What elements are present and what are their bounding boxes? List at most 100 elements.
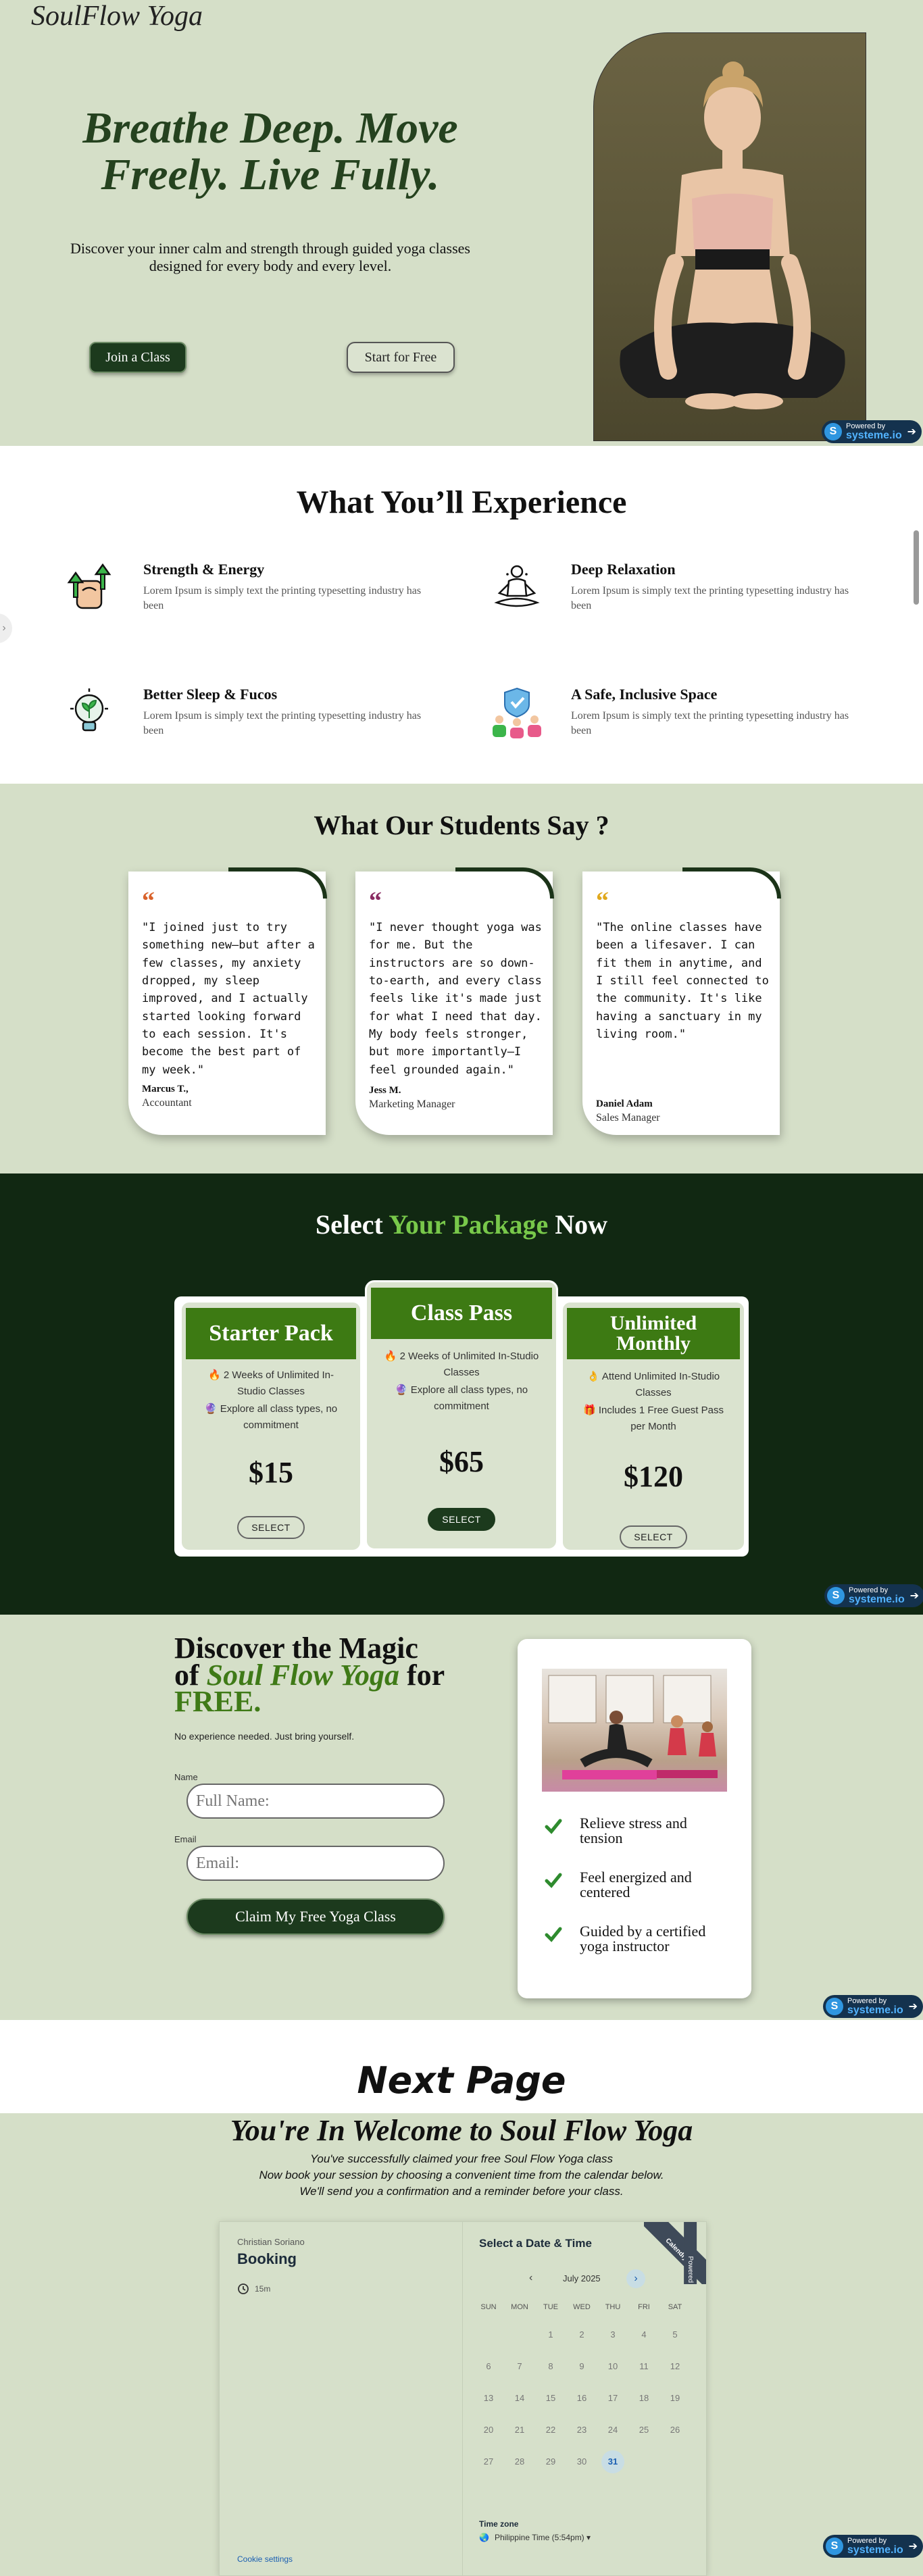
join-class-button[interactable]: Join a Class <box>89 342 186 373</box>
signup-title: Discover the Magic of Soul Flow Yoga for… <box>174 1632 445 1719</box>
plan-card-class-pass: Class Pass 🔥 2 Weeks of Unlimited In-Stu… <box>365 1280 558 1550</box>
calendar-day: 26 <box>670 2425 680 2435</box>
globe-icon: 🌏 <box>479 2533 489 2542</box>
calendly-widget: Christian Soriano Booking 15m Cookie set… <box>219 2221 707 2576</box>
select-starter-button[interactable]: SELECT <box>237 1516 305 1539</box>
calendar-day: 10 <box>607 2361 618 2371</box>
select-date-heading: Select a Date & Time <box>479 2237 592 2250</box>
feature-title: Deep Relaxation <box>571 561 676 578</box>
feature-title: A Safe, Inclusive Space <box>571 686 718 703</box>
calendar-day: 22 <box>545 2425 556 2435</box>
calendar-day: 25 <box>639 2425 649 2435</box>
calendar-day: 24 <box>607 2425 618 2435</box>
quote-icon: “ <box>142 887 155 915</box>
feature-item: A Safe, Inclusive Space Lorem Ipsum is s… <box>490 686 849 760</box>
calendar-day: 23 <box>576 2425 587 2435</box>
testimonials-title: What Our Students Say ? <box>314 810 609 840</box>
plan-name: Starter Pack <box>186 1308 356 1359</box>
calendar-day: 29 <box>545 2456 556 2467</box>
next-page-title: Next Page <box>357 2059 566 2102</box>
systeme-badge[interactable]: S Powered by systeme.io ➔ <box>823 1995 923 2018</box>
systeme-logo-icon: S <box>826 2537 843 2555</box>
calendar-day: 5 <box>672 2329 678 2340</box>
calendar-day: 15 <box>545 2393 556 2403</box>
calendar-day: 14 <box>514 2393 525 2403</box>
start-free-button[interactable]: Start for Free <box>347 342 455 373</box>
timezone-select[interactable]: 🌏 Philippine Time (5:54pm) ▾ <box>479 2533 591 2542</box>
next-month-icon[interactable]: › <box>626 2269 645 2288</box>
hero-title: Breathe Deep. Move Freely. Live Fully. <box>82 103 458 200</box>
feature-item: Deep Relaxation Lorem Ipsum is simply te… <box>490 561 849 635</box>
calendar-day: 17 <box>607 2393 618 2403</box>
booking-section: You're In Welcome to Soul Flow Yoga You'… <box>0 2113 923 2576</box>
feature-text: Lorem Ipsum is simply text the printing … <box>143 585 422 612</box>
select-class-pass-button[interactable]: SELECT <box>428 1508 495 1531</box>
event-duration: 15m <box>237 2283 270 2295</box>
badge-line1: Powered by <box>846 422 886 430</box>
experience-title: What You’ll Experience <box>296 484 627 520</box>
testimonial-card: “ "I joined just to try something new—bu… <box>128 867 327 1135</box>
site-logo[interactable]: SoulFlow Yoga <box>31 0 203 32</box>
email-label: Email <box>174 1834 197 1844</box>
strength-icon <box>67 563 111 609</box>
arrow-right-icon: ➔ <box>908 2001 918 2013</box>
arrow-right-icon: ➔ <box>909 1590 919 1602</box>
calendar-day: 13 <box>483 2393 494 2403</box>
feature-title: Better Sleep & Fucos <box>143 686 278 703</box>
hero-yoga-photo <box>593 32 866 441</box>
plan-feature: 🔥 2 Weeks of Unlimited In-Studio Classes <box>384 1350 539 1378</box>
benefits-card: Relieve stress and tension Feel energize… <box>518 1639 751 1998</box>
next-page-section: Next Page <box>0 2020 923 2113</box>
calendar-day: 19 <box>670 2393 680 2403</box>
calendar-day: 3 <box>610 2329 616 2340</box>
powered-by-calendly-ribbon[interactable]: Powered by Calendly <box>644 2222 706 2284</box>
feature-text: Lorem Ipsum is simply text the printing … <box>143 710 422 737</box>
pricing-section: Select Your Package Now Starter Pack 🔥 2… <box>0 1173 923 1615</box>
signup-section: Discover the Magic of Soul Flow Yoga for… <box>0 1615 923 2020</box>
systeme-badge[interactable]: S Powered by systeme.io ➔ <box>823 2535 923 2558</box>
calendar-day-selected[interactable]: 31 <box>601 2450 624 2473</box>
event-details: Christian Soriano Booking 15m Cookie set… <box>220 2222 463 2576</box>
event-title: Booking <box>237 2250 297 2267</box>
lightbulb-icon <box>70 688 108 732</box>
calendar-day: 1 <box>548 2329 553 2340</box>
systeme-badge[interactable]: S Powered by systeme.io ➔ <box>822 420 922 443</box>
booking-line: Now book your session by choosing a conv… <box>259 2169 664 2181</box>
timezone-label: Time zone <box>479 2519 519 2529</box>
email-input[interactable] <box>186 1846 445 1881</box>
scrollbar-thumb[interactable] <box>914 530 919 605</box>
claim-free-class-button[interactable]: Claim My Free Yoga Class <box>186 1898 445 1935</box>
cookie-settings-link[interactable]: Cookie settings <box>237 2554 293 2564</box>
name-input[interactable] <box>186 1784 445 1819</box>
testimonial-name: Jess M. <box>369 1085 401 1096</box>
select-unlimited-button[interactable]: SELECT <box>620 1525 687 1548</box>
plan-feature: 🔮 Explore all class types, no commitment <box>204 1403 338 1431</box>
meditation-icon <box>494 565 540 607</box>
benefit-item: Relieve stress and tension <box>545 1816 727 1857</box>
quote-icon: “ <box>369 887 382 915</box>
benefit-item: Feel energized and centered <box>545 1870 727 1911</box>
yoga-class-photo <box>542 1669 727 1792</box>
calendar-day: 21 <box>514 2425 525 2435</box>
feature-title: Strength & Energy <box>143 561 265 578</box>
feature-item: Strength & Energy Lorem Ipsum is simply … <box>62 561 421 635</box>
calendar-day: 30 <box>576 2456 587 2467</box>
chevron-right-icon[interactable]: › <box>0 613 12 643</box>
testimonial-card: “ "I never thought yoga was for me. But … <box>355 867 554 1135</box>
current-month: July 2025 <box>563 2273 601 2283</box>
prev-month-icon[interactable]: ‹ <box>529 2272 532 2284</box>
weekday-label: TUE <box>543 2303 558 2311</box>
plan-feature: 🎁 Includes 1 Free Guest Pass per Month <box>583 1405 724 1432</box>
testimonial-text: "I joined just to try something new—but … <box>142 921 315 1077</box>
plan-price: $120 <box>624 1460 683 1493</box>
quote-icon: “ <box>596 887 609 915</box>
weekday-label: SUN <box>480 2303 497 2311</box>
signup-subtitle: No experience needed. Just bring yoursel… <box>174 1731 355 1742</box>
systeme-badge[interactable]: S Powered by systeme.io ➔ <box>824 1584 923 1607</box>
testimonial-role: Accountant <box>142 1097 192 1109</box>
calendar-day: 6 <box>486 2361 491 2371</box>
booking-title: You're In Welcome to Soul Flow Yoga <box>230 2114 693 2147</box>
name-label: Name <box>174 1772 198 1782</box>
plan-card-unlimited: Unlimited Monthly 👌 Attend Unlimited In-… <box>561 1300 746 1552</box>
calendar-day: 12 <box>670 2361 680 2371</box>
